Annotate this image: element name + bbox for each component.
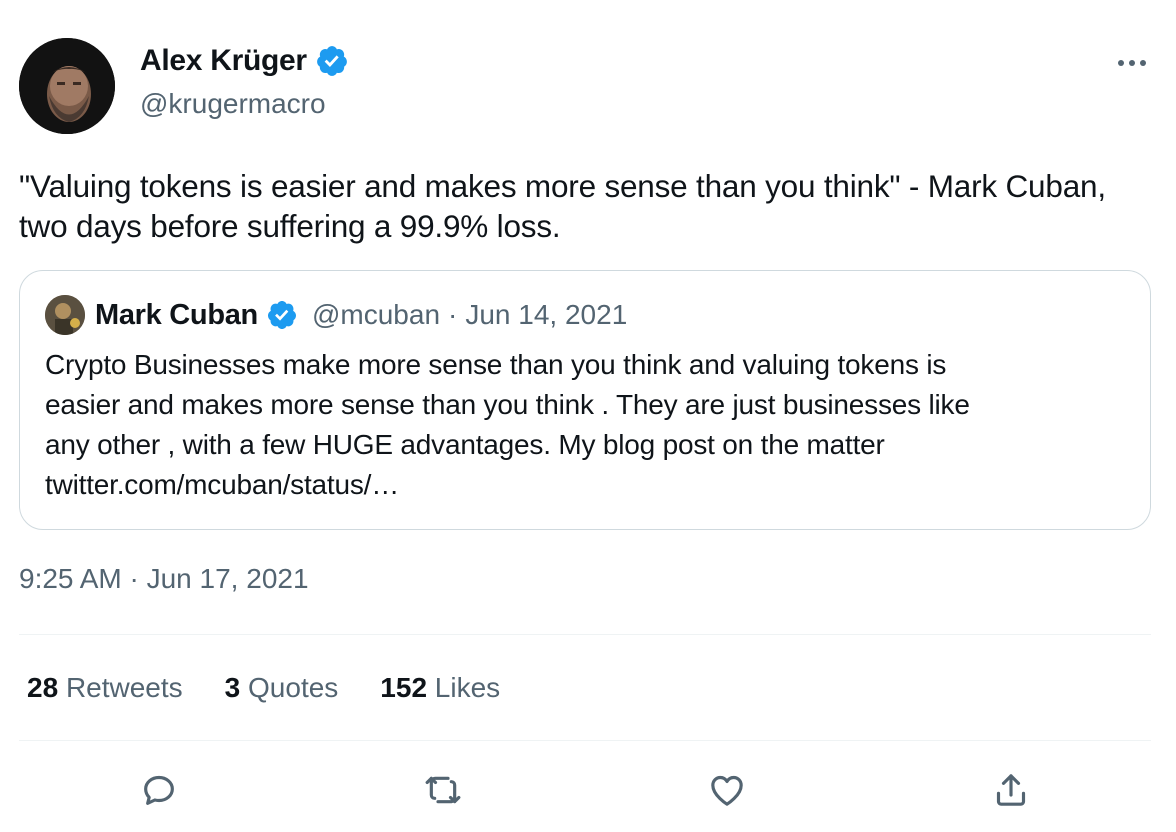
retweets-stat[interactable]: 28 Retweets xyxy=(27,672,183,704)
reply-icon xyxy=(144,775,174,805)
quoted-author-name: Mark Cuban xyxy=(95,298,258,331)
retweet-icon xyxy=(425,776,461,804)
tweet-text: "Valuing tokens is easier and makes more… xyxy=(19,168,1106,244)
retweets-count: 28 xyxy=(27,672,59,703)
quoted-text-link[interactable]: twitter.com/mcuban/status/… xyxy=(45,465,1135,505)
like-button[interactable] xyxy=(703,766,751,814)
quotes-stat[interactable]: 3 Quotes xyxy=(225,672,339,704)
author-name-text: Alex Krüger xyxy=(140,44,307,77)
more-icon[interactable] xyxy=(1112,48,1152,78)
author-handle[interactable]: @krugermacro xyxy=(140,88,326,120)
quoted-tweet-text: Crypto Businesses make more sense than y… xyxy=(45,345,1135,505)
meta-separator: · xyxy=(448,299,458,330)
divider xyxy=(19,634,1151,635)
quoted-tweet-card[interactable]: Mark Cuban @mcuban · Jun 14, 2021 Crypto… xyxy=(19,270,1151,530)
quotes-count: 3 xyxy=(224,672,241,703)
share-button[interactable] xyxy=(987,766,1035,814)
retweets-label: Retweets xyxy=(65,672,183,703)
tweet-actions xyxy=(0,766,1176,814)
divider xyxy=(19,740,1151,741)
quoted-text-line: Crypto Businesses make more sense than y… xyxy=(45,349,947,380)
author-name[interactable]: Alex Krüger xyxy=(140,44,349,78)
verified-badge-icon xyxy=(267,301,296,329)
tweet-stats: 28 Retweets 3 Quotes 152 Likes xyxy=(27,672,500,704)
tweet-timestamp[interactable]: 9:25 AM · Jun 17, 2021 xyxy=(19,563,309,595)
retweet-button[interactable] xyxy=(419,766,467,814)
verified-badge-icon xyxy=(316,46,347,76)
quoted-tweet-header: Mark Cuban @mcuban · Jun 14, 2021 xyxy=(45,295,627,335)
quoted-text-line: any other , with a few HUGE advantages. … xyxy=(45,429,885,460)
quoted-text-line: easier and makes more sense than you thi… xyxy=(45,389,970,420)
tweet: Alex Krüger @krugermacro "Valuing tokens… xyxy=(0,0,1176,832)
share-icon xyxy=(996,774,1026,806)
reply-button[interactable] xyxy=(135,766,183,814)
quoted-author-handle: @mcuban xyxy=(311,299,441,330)
likes-label: Likes xyxy=(434,672,501,703)
heart-icon xyxy=(711,775,743,806)
quotes-label: Quotes xyxy=(248,672,339,703)
likes-count: 152 xyxy=(380,672,428,703)
quoted-author-avatar xyxy=(45,295,85,335)
quoted-tweet-date: Jun 14, 2021 xyxy=(465,299,628,330)
likes-stat[interactable]: 152 Likes xyxy=(380,672,500,704)
author-avatar[interactable] xyxy=(19,38,115,134)
